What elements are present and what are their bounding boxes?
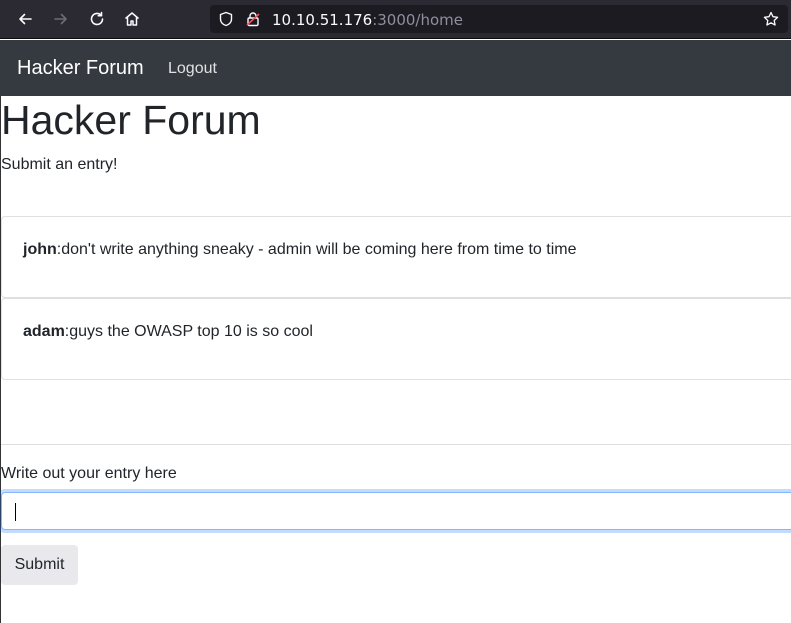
- post-author: adam: [23, 323, 65, 340]
- page-title: Hacker Forum: [1, 97, 261, 143]
- arrow-right-icon: [54, 13, 67, 25]
- text-caret: [15, 503, 16, 521]
- reload-button[interactable]: [86, 8, 108, 30]
- address-bar[interactable]: 10.10.51.176:3000/home: [210, 5, 788, 33]
- post-message: :don't write anything sneaky - admin wil…: [56, 241, 577, 258]
- navbar-brand[interactable]: Hacker Forum: [17, 57, 144, 80]
- reload-icon: [90, 11, 104, 26]
- post-author: john: [23, 241, 57, 258]
- entry-label: Write out your entry here: [1, 465, 177, 482]
- main-content: Hacker Forum Submit an entry! john:don't…: [0, 96, 791, 623]
- star-icon[interactable]: [763, 11, 779, 27]
- shield-icon[interactable]: [218, 11, 234, 27]
- url-path: :3000/home: [372, 11, 464, 29]
- list-item: adam:guys the OWASP top 10 is so cool: [1, 298, 791, 380]
- home-icon: [125, 12, 139, 26]
- logout-link[interactable]: Logout: [168, 60, 217, 78]
- site-navbar: Hacker Forum Logout: [0, 40, 791, 96]
- forward-button[interactable]: [50, 8, 72, 30]
- entry-input[interactable]: [1, 492, 791, 530]
- post-text: john:don't write anything sneaky - admin…: [23, 241, 576, 259]
- divider: [1, 444, 791, 445]
- submit-button[interactable]: Submit: [1, 545, 78, 585]
- arrow-left-icon: [19, 13, 32, 25]
- url-host: 10.10.51.176: [272, 11, 373, 29]
- home-button[interactable]: [121, 8, 143, 30]
- back-button[interactable]: [14, 8, 36, 30]
- list-item: john:don't write anything sneaky - admin…: [1, 216, 791, 298]
- insecure-lock-icon[interactable]: [245, 11, 261, 27]
- page-subtitle: Submit an entry!: [1, 156, 118, 173]
- post-message: :guys the OWASP top 10 is so cool: [64, 323, 313, 340]
- browser-toolbar: 10.10.51.176:3000/home: [0, 0, 791, 39]
- url-text[interactable]: 10.10.51.176:3000/home: [272, 11, 463, 29]
- post-text: adam:guys the OWASP top 10 is so cool: [23, 323, 313, 341]
